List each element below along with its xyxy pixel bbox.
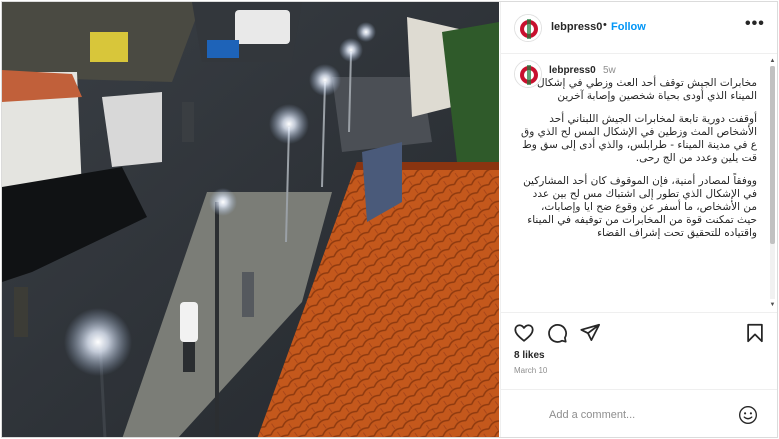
comment-icon[interactable] [546, 322, 568, 344]
left-roof [2, 70, 82, 102]
scroll-up-arrow-icon[interactable]: ▲ [768, 57, 777, 65]
yellow-kiosk [90, 32, 128, 62]
caption-paragraph: ووفقاً لمصادر أمنية، فإن الموقوف كان أحد… [523, 175, 757, 239]
streetlight-glow-5 [356, 22, 376, 42]
caption-paragraph: مخابرات الجيش توقف أحد العث وزطي في إشكا… [537, 77, 757, 102]
smile-icon[interactable] [738, 405, 758, 425]
scrollbar-thumb[interactable] [770, 66, 775, 244]
streetlight-glow-4 [339, 38, 363, 62]
cctv-street-scene [2, 2, 499, 437]
heart-icon[interactable] [513, 322, 535, 344]
caption-timestamp: 5w [603, 65, 616, 76]
separator-dot: • [603, 19, 607, 31]
avatar[interactable] [514, 14, 542, 42]
lebpress-logo [515, 15, 541, 41]
bookmark-icon[interactable] [744, 322, 766, 344]
person-white-shirt [180, 302, 198, 342]
caption-username[interactable]: lebpress0 [549, 65, 596, 76]
instagram-embed: lebpress0 • Follow ••• lebpress0 5w مخاب… [1, 1, 778, 438]
likes-count[interactable]: 8 likes [514, 350, 545, 361]
action-bar [501, 312, 777, 348]
more-options-icon[interactable]: ••• [745, 15, 765, 33]
comments-section[interactable]: lebpress0 5w مخابرات الجيش توقف أحد العث… [501, 55, 777, 311]
post-sidebar: lebpress0 • Follow ••• lebpress0 5w مخاب… [500, 2, 777, 437]
streetlight-glow-1 [64, 308, 132, 376]
scroll-down-arrow-icon[interactable]: ▼ [768, 301, 777, 309]
person-left [14, 287, 28, 337]
post-header: lebpress0 • Follow ••• [501, 2, 777, 54]
streetlight-glow-2 [269, 104, 309, 144]
post-video[interactable] [2, 2, 499, 437]
comment-input[interactable] [549, 407, 729, 423]
white-van [235, 10, 290, 44]
streetlight-glow-6 [209, 188, 237, 216]
person-center [242, 272, 254, 317]
caption-text: مخابرات الجيش توقف أحد العث وزطي في إشكا… [521, 77, 757, 250]
add-comment-bar [501, 389, 777, 437]
comments-scrollbar[interactable]: ▲ ▼ [768, 57, 777, 309]
caption-paragraph: أوقفت دورية تابعة لمخابرات الجيش اللبنان… [521, 113, 757, 164]
header-username[interactable]: lebpress0 [551, 21, 602, 33]
follow-button[interactable]: Follow [611, 21, 646, 33]
white-suv [102, 92, 162, 167]
post-date: March 10 [514, 366, 548, 375]
share-icon[interactable] [579, 322, 601, 344]
streetlight-glow-3 [309, 64, 341, 96]
blue-container [207, 40, 239, 58]
person-white-legs [183, 342, 195, 372]
person-upper [182, 102, 194, 142]
